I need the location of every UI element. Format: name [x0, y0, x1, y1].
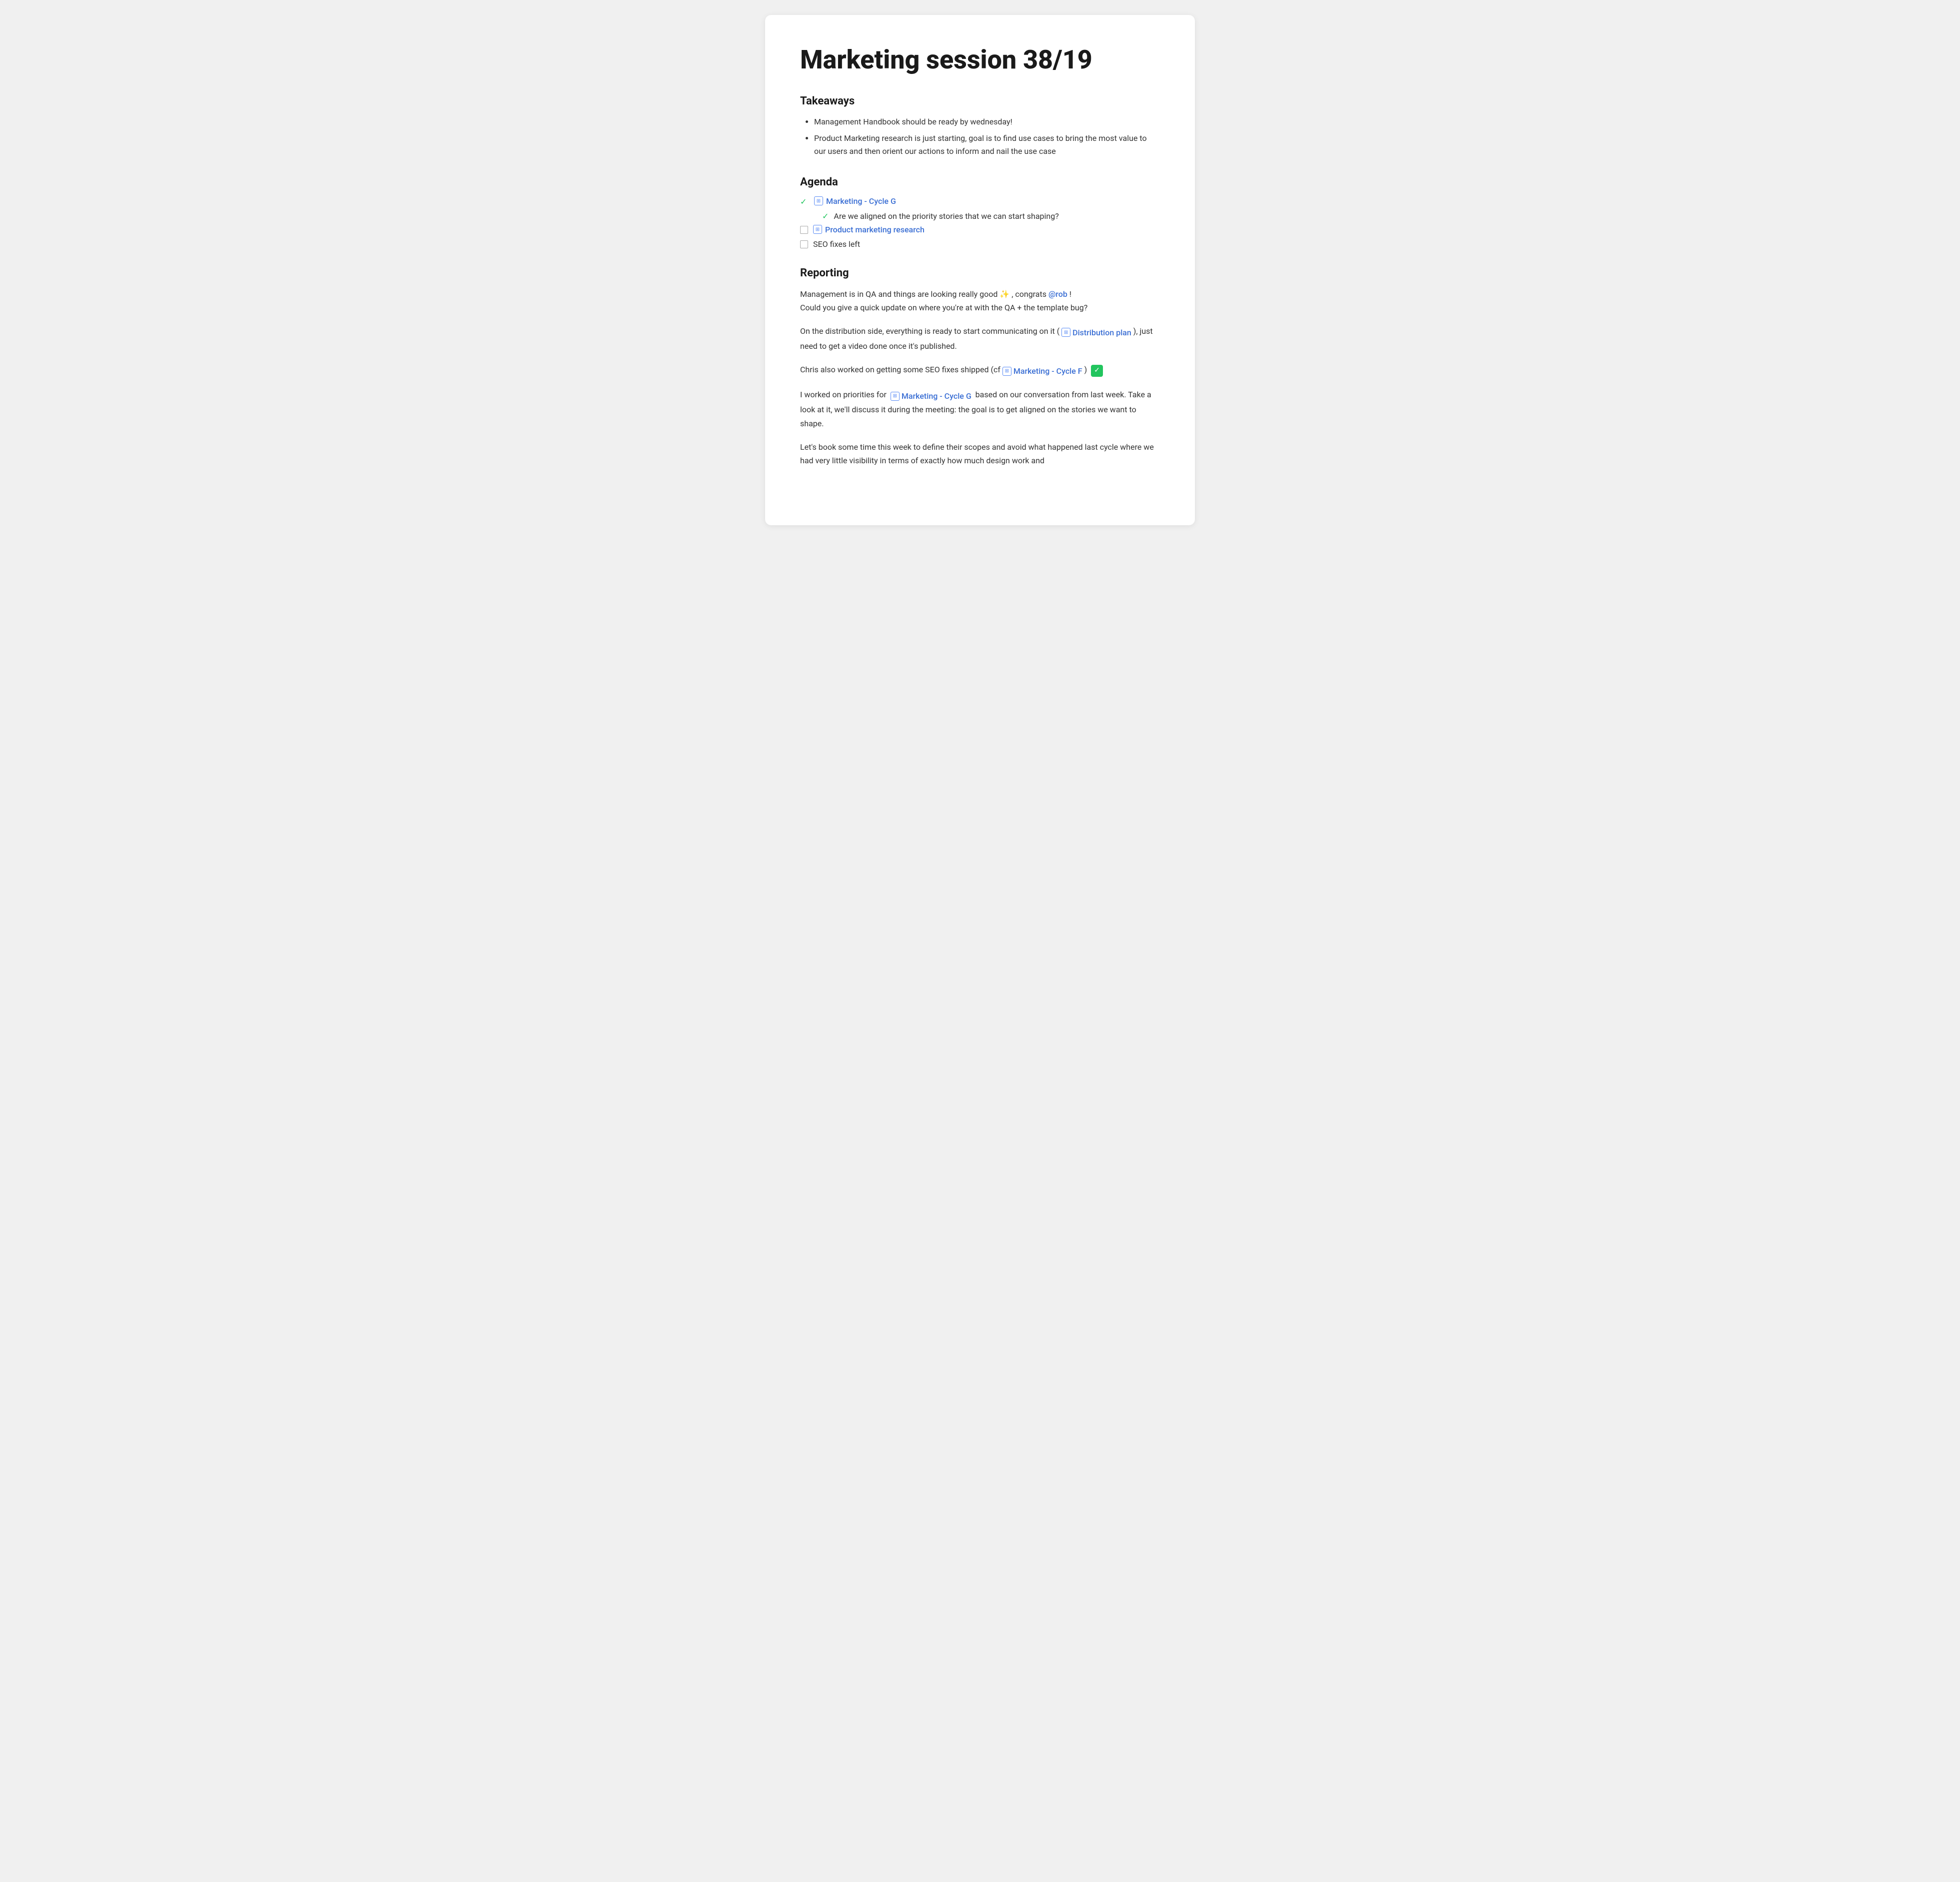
page-title: Marketing session 38/19 — [800, 45, 1160, 75]
notion-page-icon-dist: ⊞ — [1061, 328, 1070, 337]
link-marketing-cycle-f[interactable]: ⊞Marketing - Cycle F — [1002, 364, 1082, 378]
sparkles-emoji: ✨ — [999, 289, 1009, 299]
agenda-list: ✓ ⊞ Marketing - Cycle G ✓ Are we aligned… — [800, 196, 1160, 249]
page-container: Marketing session 38/19 Takeaways Manage… — [765, 15, 1195, 525]
reporting-paragraph-4: I worked on priorities for ⊞Marketing - … — [800, 388, 1160, 430]
agenda-section: Agenda ✓ ⊞ Marketing - Cycle G ✓ Are we … — [800, 176, 1160, 249]
notion-page-icon-cycf: ⊞ — [1002, 367, 1011, 376]
reporting-paragraph-1: Management is in QA and things are looki… — [800, 287, 1160, 314]
agenda-link-marketing-cycle-g[interactable]: Marketing - Cycle G — [826, 196, 896, 206]
agenda-item-3: SEO fixes left — [800, 239, 1160, 249]
agenda-sub-item-1: ✓ Are we aligned on the priority stories… — [822, 211, 1160, 221]
reporting-paragraph-3: Chris also worked on getting some SEO fi… — [800, 363, 1160, 378]
agenda-item-content-3: SEO fixes left — [813, 239, 860, 249]
green-checkmark-icon: ✓ — [1091, 365, 1103, 377]
marketing-cycle-g-label: Marketing - Cycle G — [902, 389, 972, 403]
agenda-item-text: SEO fixes left — [813, 239, 860, 249]
notion-page-icon-cycg: ⊞ — [891, 392, 900, 401]
agenda-heading: Agenda — [800, 176, 1160, 188]
notion-page-icon-2: ⊞ — [813, 225, 822, 234]
agenda-item-content-2: ⊞ Product marketing research — [813, 225, 925, 234]
reporting-paragraph-5: Let's book some time this week to define… — [800, 440, 1160, 467]
reporting-section: Reporting Management is in QA and things… — [800, 267, 1160, 468]
marketing-cycle-f-label: Marketing - Cycle F — [1013, 364, 1082, 378]
link-distribution-plan[interactable]: ⊞Distribution plan — [1061, 326, 1131, 339]
unchecked-checkbox-2[interactable] — [800, 240, 808, 248]
list-item: Product Marketing research is just start… — [814, 132, 1160, 157]
takeaways-section: Takeaways Management Handbook should be … — [800, 95, 1160, 158]
agenda-item-content: ⊞ Marketing - Cycle G — [814, 196, 896, 206]
check-icon: ✓ — [800, 197, 814, 206]
agenda-link-product-marketing[interactable]: Product marketing research — [825, 225, 925, 234]
sub-check-icon: ✓ — [822, 211, 829, 221]
agenda-item-1: ✓ ⊞ Marketing - Cycle G — [800, 196, 1160, 206]
reporting-paragraph-2: On the distribution side, everything is … — [800, 324, 1160, 353]
reporting-heading: Reporting — [800, 267, 1160, 279]
link-marketing-cycle-g-2[interactable]: ⊞Marketing - Cycle G — [891, 389, 972, 403]
takeaways-list: Management Handbook should be ready by w… — [800, 115, 1160, 158]
list-item: Management Handbook should be ready by w… — [814, 115, 1160, 128]
sub-item-text: Are we aligned on the priority stories t… — [834, 211, 1058, 221]
takeaways-heading: Takeaways — [800, 95, 1160, 107]
notion-page-icon: ⊞ — [814, 196, 823, 205]
unchecked-checkbox[interactable] — [800, 226, 808, 234]
agenda-item-2: ⊞ Product marketing research — [800, 225, 1160, 234]
distribution-plan-label: Distribution plan — [1072, 326, 1131, 339]
mention-rob: @rob — [1048, 289, 1067, 299]
